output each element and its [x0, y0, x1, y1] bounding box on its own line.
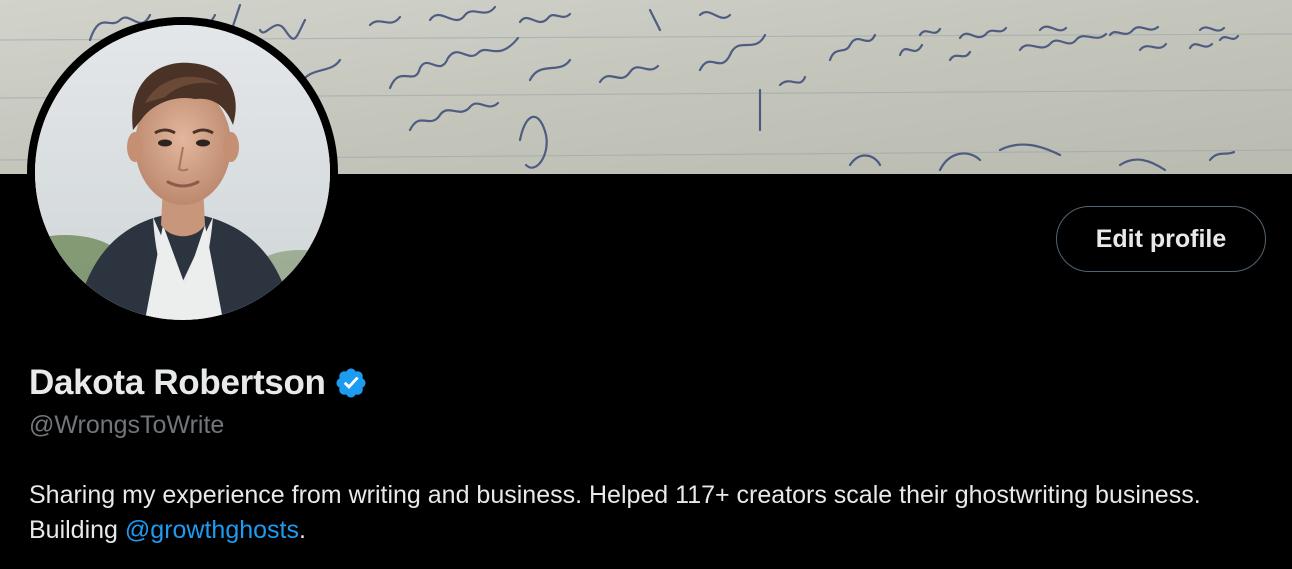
profile-bio: Sharing my experience from writing and b…	[29, 478, 1269, 548]
avatar[interactable]	[35, 25, 330, 320]
profile-handle: @WrongsToWrite	[29, 411, 225, 439]
bio-mention-link[interactable]: @growthghosts	[125, 516, 299, 544]
bio-suffix: .	[298, 516, 306, 544]
profile-photo-icon	[35, 25, 330, 320]
display-name: Dakota Robertson	[29, 363, 326, 402]
edit-profile-button[interactable]: Edit profile	[1056, 206, 1266, 272]
profile-header: Edit profile Dakota Robertson @WrongsToW…	[0, 0, 1292, 569]
profile-name-row: Dakota Robertson	[29, 358, 368, 408]
verified-badge-icon[interactable]	[334, 366, 368, 400]
avatar-ring	[27, 17, 338, 328]
